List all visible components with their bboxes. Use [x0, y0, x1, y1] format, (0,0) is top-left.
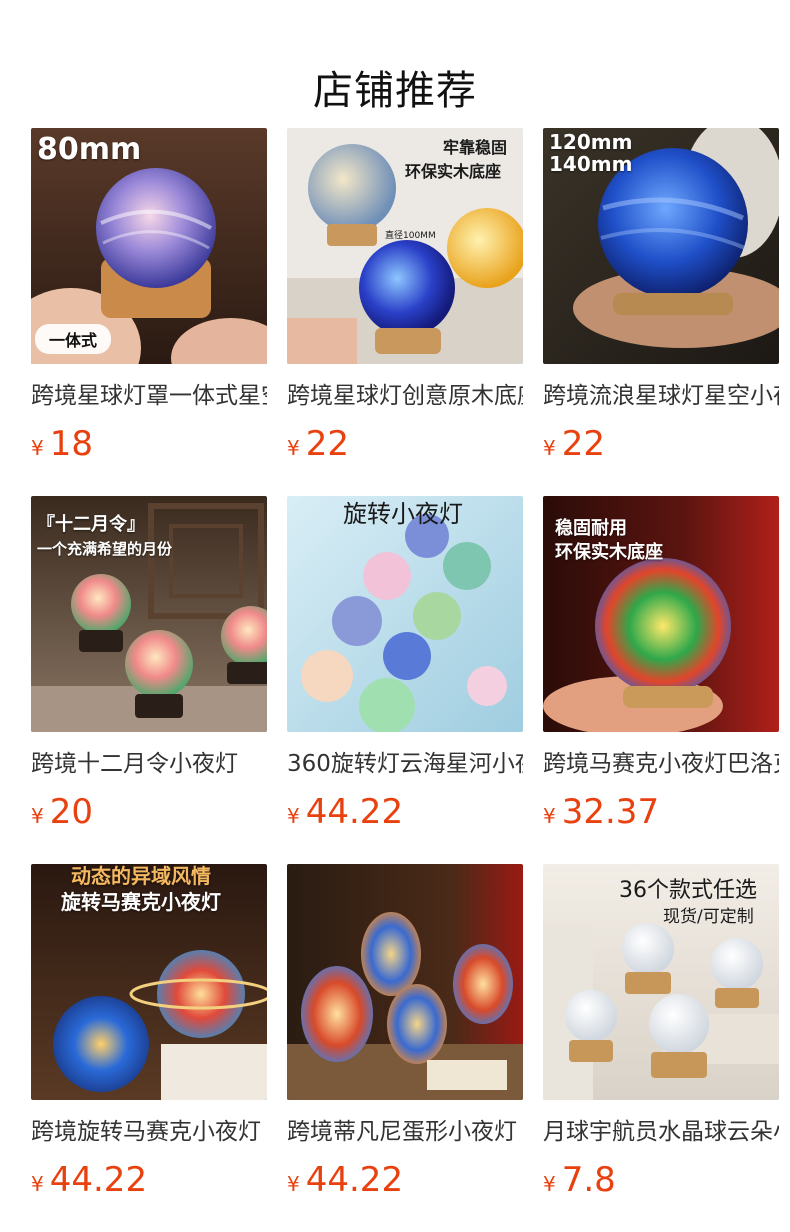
currency-symbol: ¥: [543, 804, 556, 828]
product-price: ¥22: [543, 424, 779, 464]
image-badge: 一体式: [35, 324, 112, 354]
page-title: 店铺推荐: [313, 67, 477, 114]
product-price: ¥20: [31, 792, 267, 832]
image-caption: 稳固耐用: [555, 518, 627, 539]
product-image[interactable]: 动态的异域风情 旋转马赛克小夜灯: [31, 864, 267, 1100]
image-caption: 140mm: [549, 152, 633, 176]
product-image[interactable]: [287, 864, 523, 1100]
product-name[interactable]: 跨境马赛克小夜灯巴洛克风: [543, 750, 779, 778]
product-name[interactable]: 跨境旋转马赛克小夜灯: [31, 1118, 267, 1146]
product-card[interactable]: 跨境蒂凡尼蛋形小夜灯 ¥44.22: [287, 864, 523, 1232]
price-value: 44.22: [49, 1160, 148, 1200]
image-caption: 环保实木底座: [405, 162, 502, 181]
price-value: 22: [561, 424, 605, 464]
product-name[interactable]: 跨境流浪星球灯星空小夜灯: [543, 382, 779, 410]
price-value: 18: [49, 424, 93, 464]
product-name[interactable]: 360旋转灯云海星河小夜灯: [287, 750, 523, 778]
product-card[interactable]: 120mm 140mm 跨境流浪星球灯星空小夜灯 ¥22: [543, 128, 779, 496]
currency-symbol: ¥: [31, 804, 44, 828]
currency-symbol: ¥: [543, 436, 556, 460]
product-price: ¥44.22: [287, 792, 523, 832]
product-name[interactable]: 跨境十二月令小夜灯: [31, 750, 267, 778]
product-image[interactable]: 36个款式任选 现货/可定制: [543, 864, 779, 1100]
product-card[interactable]: 80mm 一体式 跨境星球灯罩一体式星空小夜灯 ¥18: [31, 128, 267, 496]
price-value: 44.22: [305, 1160, 404, 1200]
image-caption: 36个款式任选: [619, 878, 757, 903]
currency-symbol: ¥: [31, 1172, 44, 1196]
product-price: ¥22: [287, 424, 523, 464]
price-value: 22: [305, 424, 349, 464]
currency-symbol: ¥: [287, 804, 300, 828]
product-image[interactable]: 牢靠稳固 环保实木底座 直径100MM: [287, 128, 523, 364]
image-caption: 现货/可定制: [663, 907, 754, 927]
product-price: ¥32.37: [543, 792, 779, 832]
image-caption: 『十二月令』: [37, 514, 145, 535]
product-name[interactable]: 跨境星球灯创意原木底座小夜灯: [287, 382, 523, 410]
image-caption: 旋转小夜灯: [343, 500, 463, 528]
image-caption: 120mm: [549, 130, 633, 154]
product-card[interactable]: 稳固耐用 环保实木底座 跨境马赛克小夜灯巴洛克风 ¥32.37: [543, 496, 779, 864]
product-image[interactable]: 稳固耐用 环保实木底座: [543, 496, 779, 732]
product-card[interactable]: 旋转小夜灯 360旋转灯云海星河小夜灯 ¥44.22: [287, 496, 523, 864]
image-caption: 直径100MM: [385, 231, 436, 241]
currency-symbol: ¥: [31, 436, 44, 460]
product-price: ¥7.8: [543, 1160, 779, 1200]
mosaic-lamp-image: [287, 864, 523, 1100]
image-caption: 环保实木底座: [555, 542, 663, 563]
product-card[interactable]: 牢靠稳固 环保实木底座 直径100MM 跨境星球灯创意原木底座小夜灯 ¥22: [287, 128, 523, 496]
image-caption: 一个充满希望的月份: [37, 540, 173, 558]
product-name[interactable]: 月球宇航员水晶球云朵小夜灯: [543, 1118, 779, 1146]
currency-symbol: ¥: [543, 1172, 556, 1196]
price-value: 44.22: [305, 792, 404, 832]
product-image[interactable]: 『十二月令』 一个充满希望的月份: [31, 496, 267, 732]
product-name[interactable]: 跨境蒂凡尼蛋形小夜灯: [287, 1118, 523, 1146]
price-value: 20: [49, 792, 93, 832]
currency-symbol: ¥: [287, 1172, 300, 1196]
product-price: ¥18: [31, 424, 267, 464]
product-card[interactable]: 『十二月令』 一个充满希望的月份 跨境十二月令小夜灯 ¥20: [31, 496, 267, 864]
product-card[interactable]: 动态的异域风情 旋转马赛克小夜灯 跨境旋转马赛克小夜灯 ¥44.22: [31, 864, 267, 1232]
image-caption: 旋转马赛克小夜灯: [61, 890, 221, 914]
currency-symbol: ¥: [287, 436, 300, 460]
price-value: 32.37: [561, 792, 660, 832]
product-image[interactable]: 旋转小夜灯: [287, 496, 523, 732]
product-price: ¥44.22: [31, 1160, 267, 1200]
price-value: 7.8: [561, 1160, 616, 1200]
product-image[interactable]: 120mm 140mm: [543, 128, 779, 364]
image-caption: 牢靠稳固: [443, 138, 508, 157]
product-price: ¥44.22: [287, 1160, 523, 1200]
product-grid: 80mm 一体式 跨境星球灯罩一体式星空小夜灯 ¥18: [31, 128, 779, 1232]
image-caption: 80mm: [37, 132, 142, 167]
product-name[interactable]: 跨境星球灯罩一体式星空小夜灯: [31, 382, 267, 410]
marble-image: [287, 496, 523, 732]
product-image[interactable]: 80mm 一体式: [31, 128, 267, 364]
product-card[interactable]: 36个款式任选 现货/可定制 月球宇航员水晶球云朵小夜灯 ¥7.8: [543, 864, 779, 1232]
